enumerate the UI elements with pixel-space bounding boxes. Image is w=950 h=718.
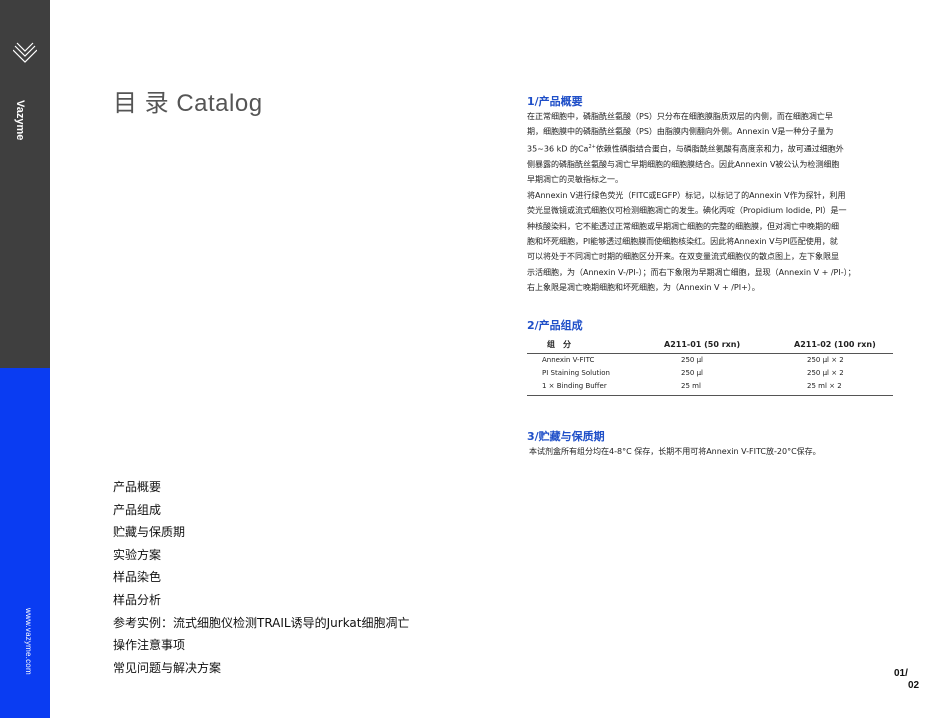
table-cell: Annexin V-FITC xyxy=(542,356,595,364)
overview-line: 胞和坏死细胞，PI能够透过细胞膜而使细胞核染红。因此将Annexin V与PI匹… xyxy=(527,236,838,246)
table-of-contents: 产品概要 产品组成 贮藏与保质期 实验方案 样品染色 样品分析 参考实例：流式细… xyxy=(113,476,410,679)
page-number-next: 02 xyxy=(908,680,920,691)
overview-line: 右上象限是凋亡晚期细胞和坏死细胞，为（Annexin V + /PI+）。 xyxy=(527,283,760,293)
vazyme-logo-icon xyxy=(13,42,37,63)
overview-line-part: 依赖性磷脂结合蛋白，与磷脂酰丝氨酸有高度亲和力，故可通过细胞外 xyxy=(595,144,844,154)
toc-item-example[interactable]: 参考实例：流式细胞仪检测TRAIL诱导的Jurkat细胞凋亡 xyxy=(113,612,410,635)
overview-line: 35~36 kD 的Ca2+依赖性磷脂结合蛋白，与磷脂酰丝氨酸有高度亲和力，故可… xyxy=(527,140,892,157)
toc-item-overview[interactable]: 产品概要 xyxy=(113,476,410,499)
overview-line: 可以将处于不同凋亡时期的细胞区分开来。在双变量流式细胞仪的散点图上，左下象限显 xyxy=(527,252,839,262)
toc-item-components[interactable]: 产品组成 xyxy=(113,499,410,522)
storage-text: 本试剂盒所有组分均在4-8°C 保存，长期不用可将Annexin V-FITC放… xyxy=(529,447,821,456)
table-cell: 250 μl xyxy=(681,369,703,377)
toc-item-faq[interactable]: 常见问题与解决方案 xyxy=(113,657,410,680)
overview-body: 在正常细胞中，磷脂酰丝氨酸（PS）只分布在细胞膜脂质双层的内侧，而在细胞凋亡早 … xyxy=(527,109,892,296)
toc-item-storage[interactable]: 贮藏与保质期 xyxy=(113,521,410,544)
components-heading: 2/产品组成 xyxy=(527,319,583,332)
overview-line: 种核酸染料，它不能透过正常细胞或早期凋亡细胞的完整的细胞膜，但对凋亡中晚期的细 xyxy=(527,221,839,231)
overview-line: 侧暴露的磷脂酰丝氨酸与凋亡早期细胞的细胞膜结合。因此Annexin V被公认为检… xyxy=(527,159,840,169)
toc-item-protocol[interactable]: 实验方案 xyxy=(113,544,410,567)
overview-line: 早期凋亡的灵敏指标之一。 xyxy=(527,175,623,185)
components-table: 组 分 A211-01 (50 rxn) A211-02 (100 rxn) A… xyxy=(527,337,893,396)
table-header-cell: A211-02 (100 rxn) xyxy=(794,337,893,354)
calcium-charge: 2+ xyxy=(588,143,596,150)
catalog-title: 目 录 Catalog xyxy=(113,90,263,117)
toc-item-analysis[interactable]: 样品分析 xyxy=(113,589,410,612)
table-cell: 1 × Binding Buffer xyxy=(527,380,664,396)
table-header-cell: 组 分 xyxy=(527,337,664,354)
table-row: Annexin V-FITC 250 μl 250 μl × 2 xyxy=(527,354,893,368)
toc-item-staining[interactable]: 样品染色 xyxy=(113,566,410,589)
table-cell: 250 μl xyxy=(681,356,703,364)
table-cell: 25 ml xyxy=(664,380,794,396)
storage-heading: 3/贮藏与保质期 xyxy=(527,430,605,443)
overview-line: 期，细胞膜中的磷脂酰丝氨酸（PS）由脂膜内侧翻向外侧。Annexin V是一种分… xyxy=(527,127,834,137)
table-row: PI Staining Solution 250 μl 250 μl × 2 xyxy=(527,367,893,380)
table-cell: 250 μl × 2 xyxy=(807,369,844,377)
overview-line: 荧光显微镜或流式细胞仪可检测细胞凋亡的发生。碘化丙啶（Propidium Iod… xyxy=(527,206,847,216)
website-link[interactable]: www.vazyme.com xyxy=(24,608,33,675)
overview-line-part: 35~36 kD 的Ca xyxy=(527,144,589,154)
page-number: 01/ 02 xyxy=(894,668,919,692)
table-row: 1 × Binding Buffer 25 ml 25 ml × 2 xyxy=(527,380,893,396)
table-cell: PI Staining Solution xyxy=(542,369,610,377)
logo-text: Vazyme xyxy=(14,100,26,141)
table-header-cell: A211-01 (50 rxn) xyxy=(664,337,794,354)
page-number-current: 01/ xyxy=(894,668,908,679)
overview-line: 将Annexin V进行绿色荧光（FITC或EGFP）标记，以标记了的Annex… xyxy=(527,190,846,200)
table-cell: 250 μl × 2 xyxy=(807,356,844,364)
table-cell: 25 ml × 2 xyxy=(794,380,893,396)
overview-heading: 1/产品概要 xyxy=(527,95,583,108)
overview-line: 在正常细胞中，磷脂酰丝氨酸（PS）只分布在细胞膜脂质双层的内侧，而在细胞凋亡早 xyxy=(527,112,833,121)
overview-line: 示活细胞，为（Annexin V-/PI-）；而右下象限为早期凋亡细胞，显现（A… xyxy=(527,267,856,277)
sidebar-top-panel: Vazyme xyxy=(0,0,50,368)
toc-item-notes[interactable]: 操作注意事项 xyxy=(113,634,410,657)
table-header-row: 组 分 A211-01 (50 rxn) A211-02 (100 rxn) xyxy=(527,337,893,354)
